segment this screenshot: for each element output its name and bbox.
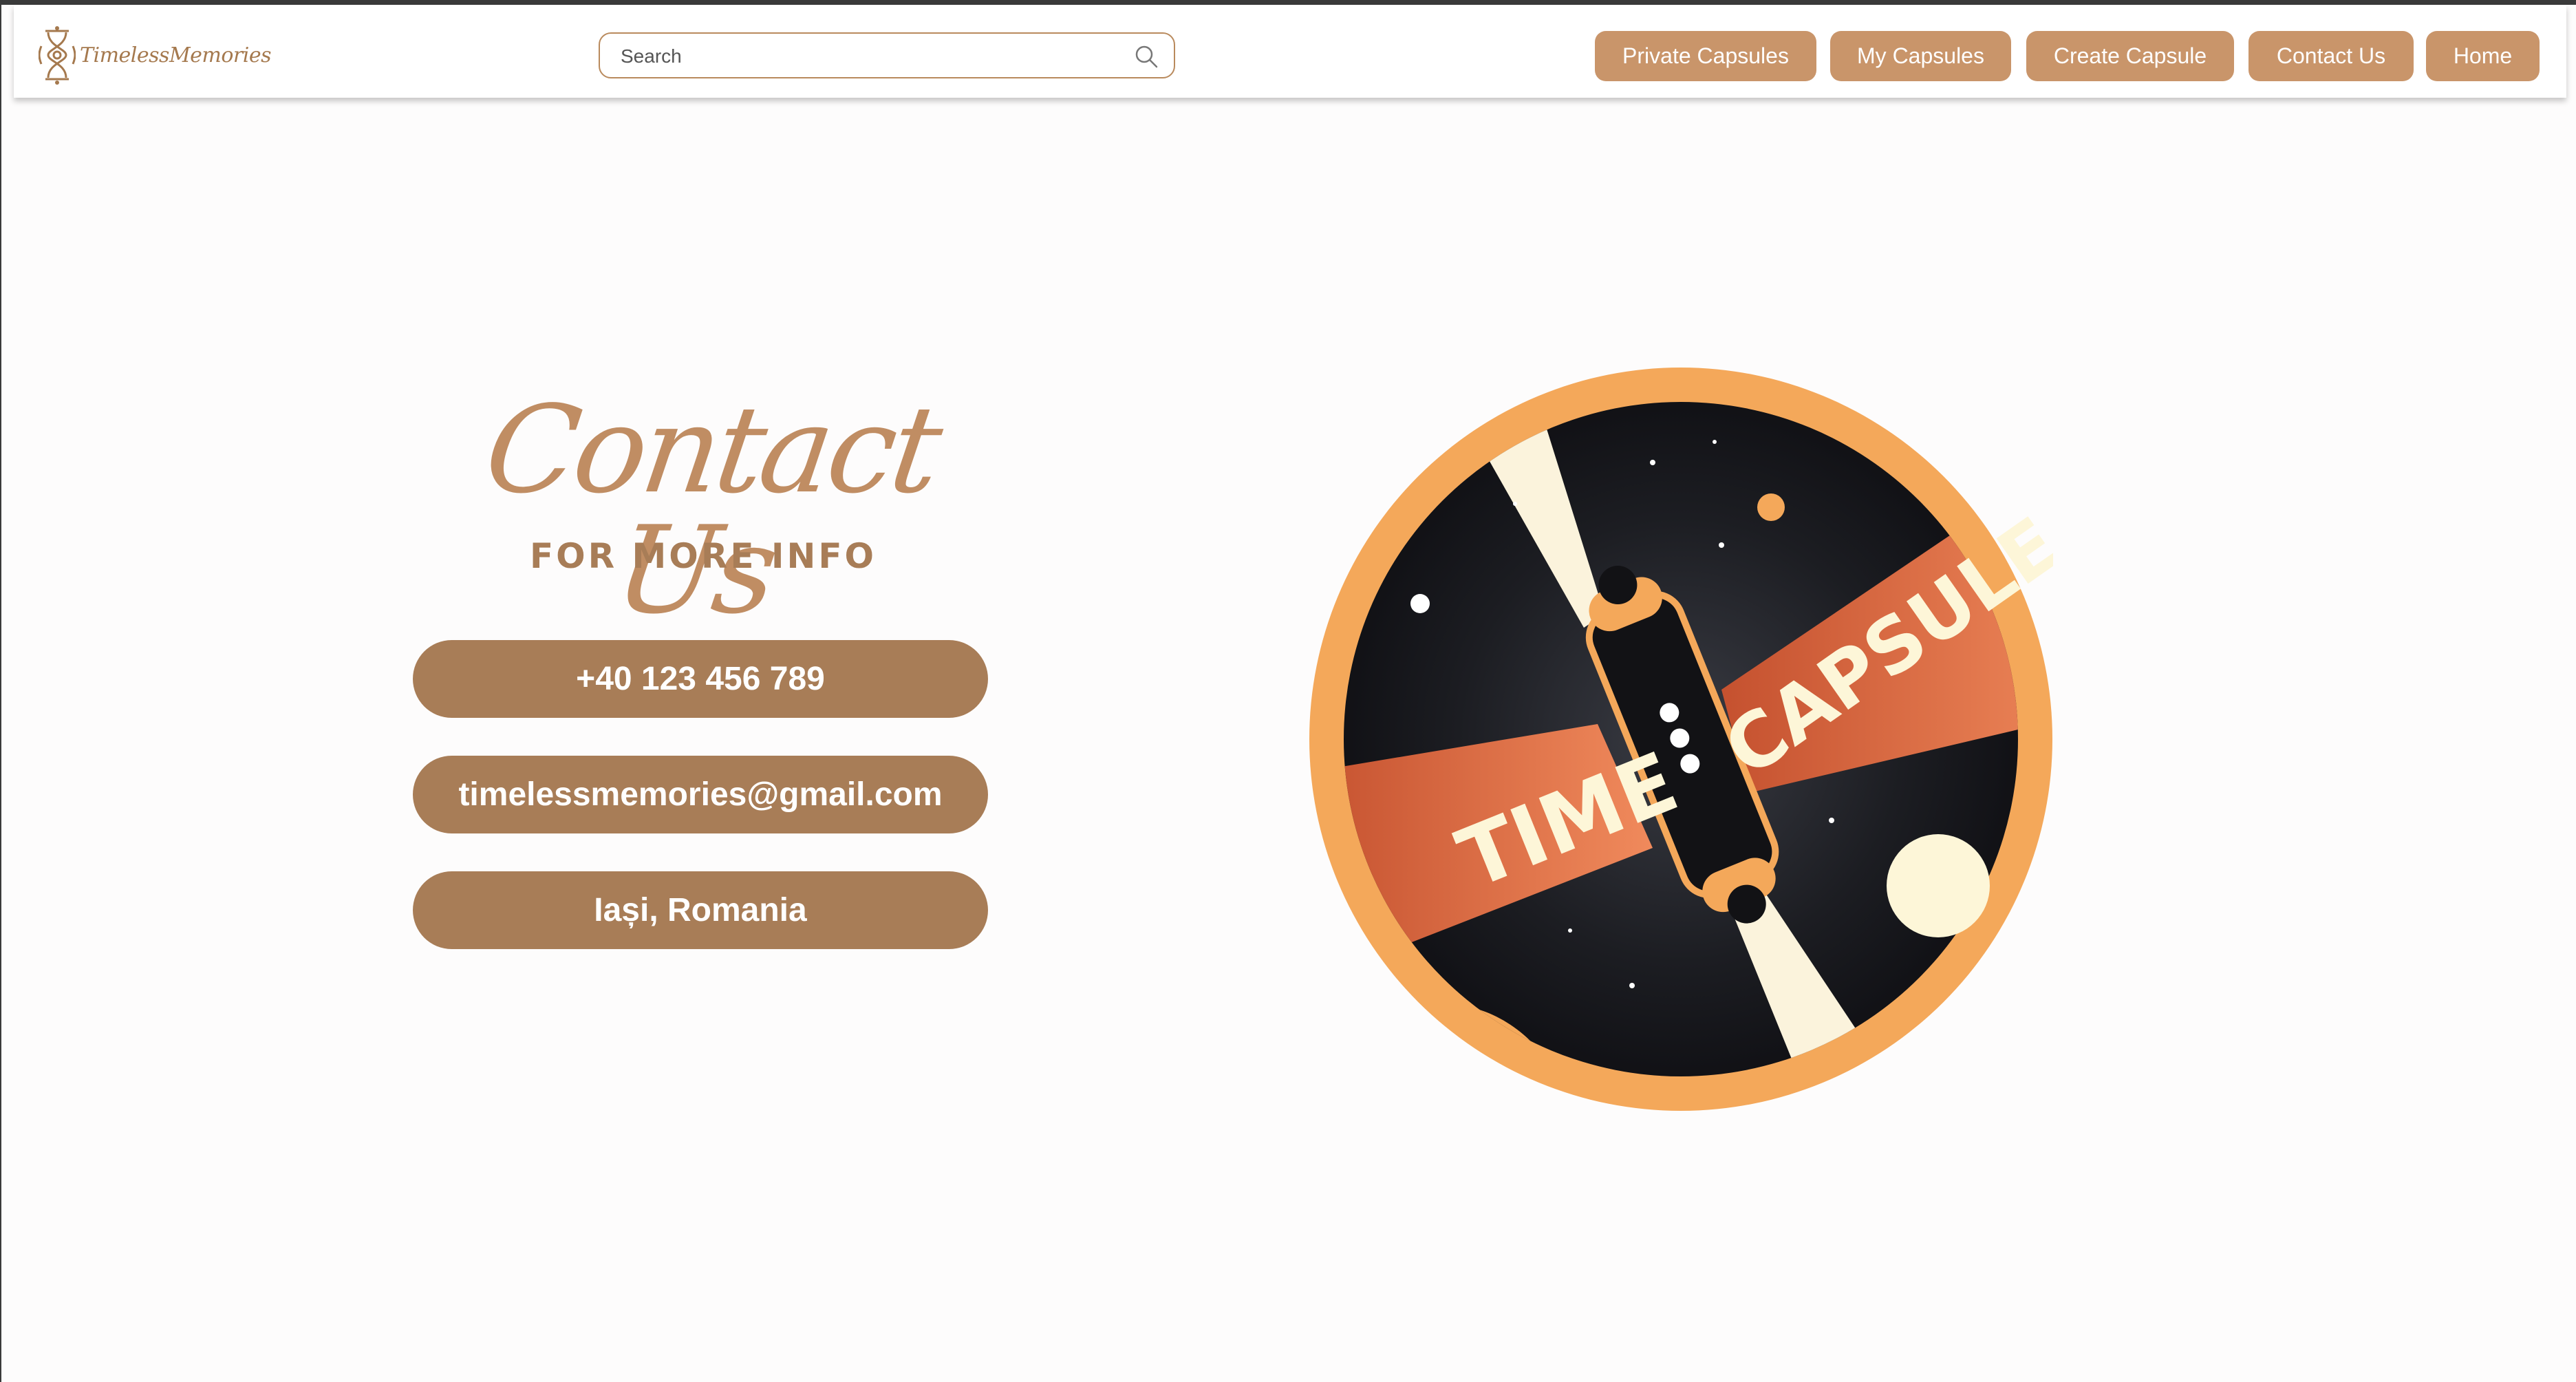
location-pill[interactable]: Iași, Romania (413, 871, 988, 949)
search-box (599, 32, 1175, 78)
nav-create-capsule-button[interactable]: Create Capsule (2026, 31, 2234, 81)
contact-subtitle: FOR MORE INFO (529, 536, 877, 576)
time-capsule-illustration: TIME CAPSULE (1309, 368, 2053, 1111)
email-pill[interactable]: timelessmemories@gmail.com (413, 756, 988, 833)
phone-pill[interactable]: +40 123 456 789 (413, 640, 988, 718)
hourglass-logo-icon (39, 26, 76, 85)
browser-viewport: TimelessMemories Private Capsules My Cap… (0, 5, 2576, 1382)
nav-home-button[interactable]: Home (2426, 31, 2540, 81)
nav-contact-us-button[interactable]: Contact Us (2248, 31, 2414, 81)
site-logo[interactable]: TimelessMemories (39, 25, 272, 85)
contact-title: Contact Us (477, 381, 947, 641)
logo-text: TimelessMemories (80, 43, 272, 67)
search-input[interactable] (619, 41, 1117, 72)
search-icon[interactable] (1134, 44, 1159, 69)
nav-my-capsules-button[interactable]: My Capsules (1830, 31, 2011, 81)
nav-private-capsules-button[interactable]: Private Capsules (1595, 31, 1816, 81)
top-navbar: TimelessMemories Private Capsules My Cap… (14, 5, 2566, 98)
